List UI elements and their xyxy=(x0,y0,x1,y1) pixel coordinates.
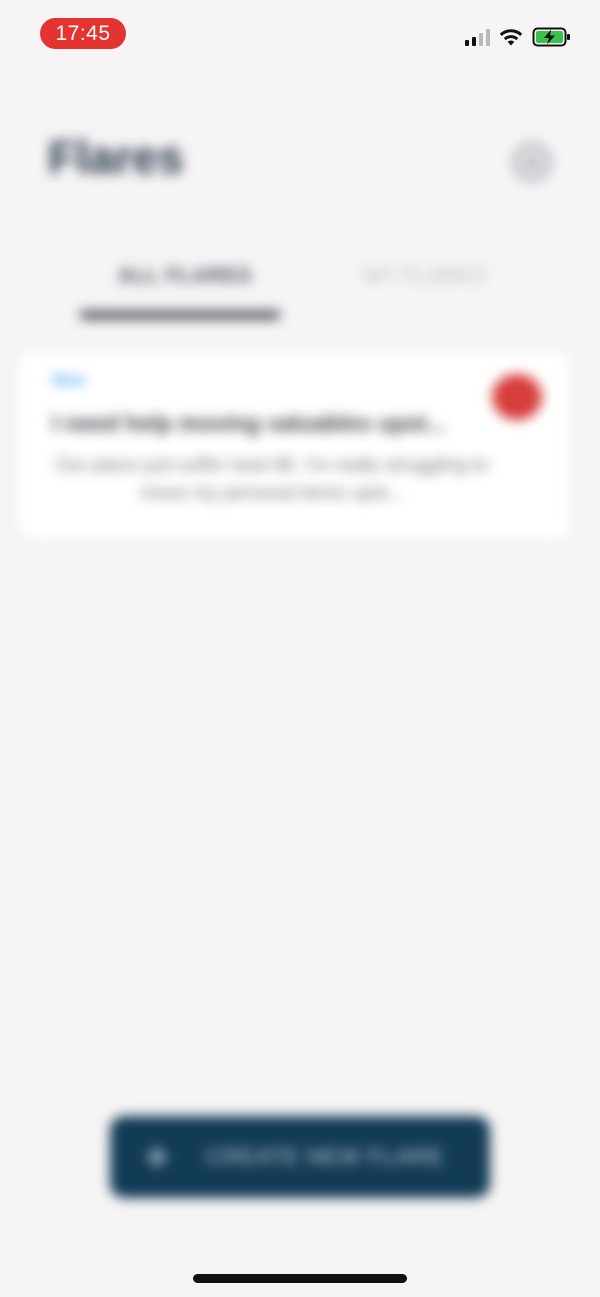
tab-bar: All Flares My Flares xyxy=(0,255,600,325)
create-new-flare-button[interactable]: Create New Flare xyxy=(110,1116,490,1198)
flare-title: I need help moving valuables upst... xyxy=(52,410,446,436)
cellular-signal-icon xyxy=(465,28,490,46)
active-tab-indicator xyxy=(80,311,280,319)
create-button-label: Create New Flare xyxy=(206,1144,445,1169)
tab-all-flares[interactable]: All Flares xyxy=(100,265,270,288)
status-icons xyxy=(465,26,572,48)
home-indicator[interactable] xyxy=(193,1274,407,1283)
flare-card[interactable]: New I need help moving valuables upst...… xyxy=(18,352,570,540)
plus-icon xyxy=(146,1146,168,1168)
status-indicator xyxy=(492,374,542,420)
status-time: 17:45 xyxy=(40,18,126,49)
tab-my-flares[interactable]: My Flares xyxy=(340,265,510,288)
battery-charging-icon xyxy=(532,27,570,47)
wifi-icon xyxy=(499,29,523,46)
app-screen: Flares All Flares My Flares New I need h… xyxy=(0,0,600,1297)
new-badge: New xyxy=(52,372,85,389)
page-title: Flares xyxy=(48,131,184,183)
status-bar: 17:45 xyxy=(0,0,600,70)
gear-icon[interactable] xyxy=(514,144,550,180)
flare-description: Our place just suffer heat 88. I'm reall… xyxy=(55,455,489,504)
